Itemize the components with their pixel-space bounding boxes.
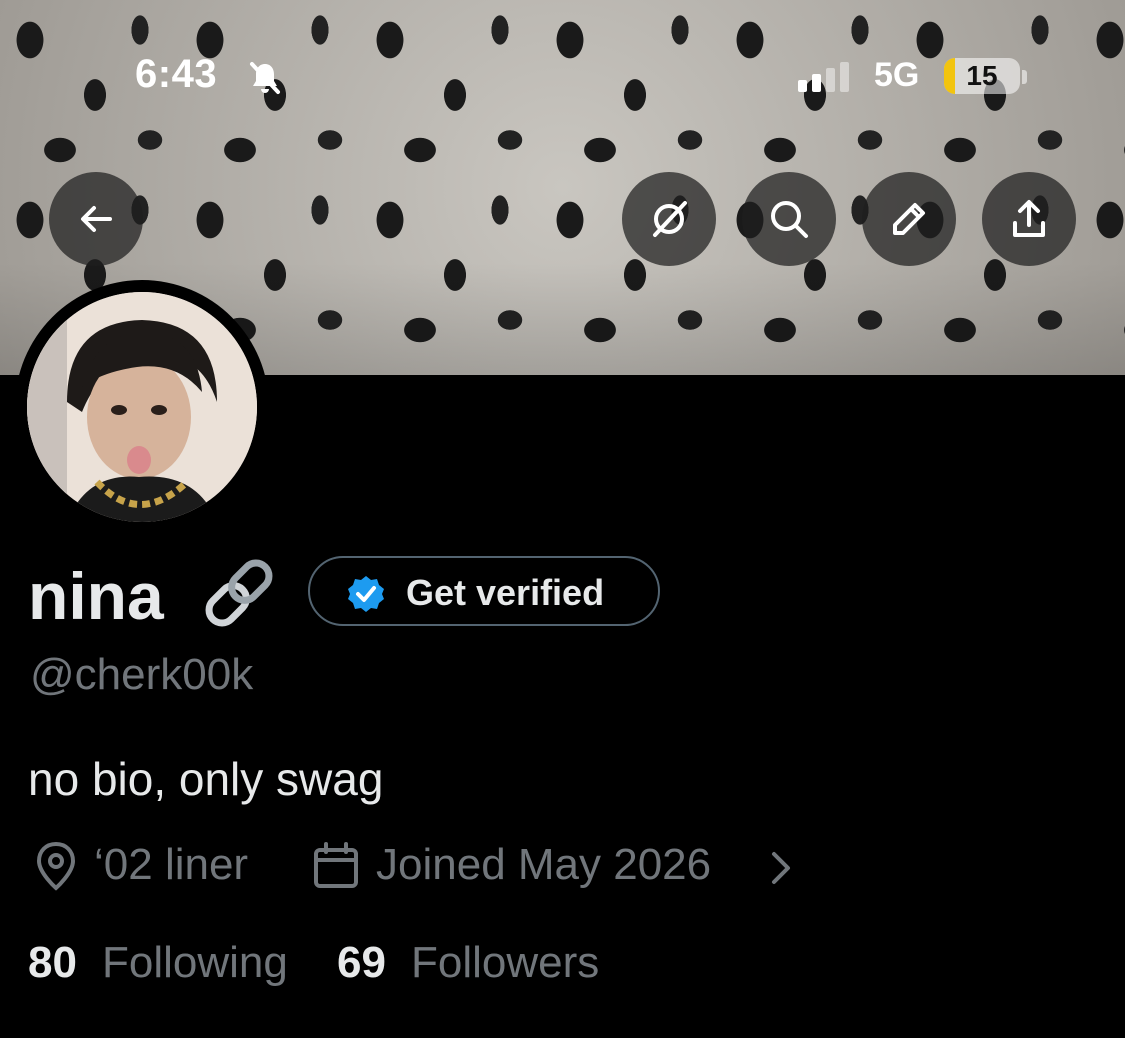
back-button[interactable] bbox=[49, 172, 143, 266]
silent-bell-icon bbox=[250, 62, 280, 94]
edit-pencil-icon bbox=[893, 203, 925, 235]
joined-date[interactable]: Joined May 2026 bbox=[376, 840, 711, 890]
verified-badge-icon bbox=[348, 576, 384, 612]
search-button[interactable] bbox=[742, 172, 836, 266]
network-type: 5G bbox=[874, 56, 920, 94]
profile-bio: no bio, only swag bbox=[28, 753, 384, 805]
avatar-portrait-image bbox=[27, 292, 257, 522]
display-name: nina bbox=[28, 559, 164, 633]
grok-button[interactable] bbox=[622, 172, 716, 266]
username-handle: @cherk00k bbox=[30, 650, 254, 699]
share-icon bbox=[1013, 200, 1045, 237]
followers-label[interactable]: Followers bbox=[411, 938, 599, 988]
back-arrow-icon bbox=[81, 206, 112, 232]
get-verified-button[interactable]: Get verified bbox=[308, 556, 660, 626]
link-emoji bbox=[205, 559, 273, 627]
chevron-right-icon[interactable] bbox=[762, 842, 802, 894]
edit-profile-button[interactable] bbox=[862, 172, 956, 266]
calendar-icon bbox=[314, 842, 358, 888]
location-pin-icon bbox=[36, 841, 76, 891]
status-bar: 6:43 5G 15 bbox=[0, 52, 1125, 102]
battery-icon: 15 bbox=[944, 58, 1020, 94]
following-label[interactable]: Following bbox=[102, 938, 288, 988]
followers-count[interactable]: 69 bbox=[337, 938, 386, 988]
following-count[interactable]: 80 bbox=[28, 938, 77, 988]
search-icon bbox=[771, 201, 808, 238]
battery-tip bbox=[1022, 70, 1027, 84]
avatar-photo bbox=[27, 292, 257, 522]
get-verified-label: Get verified bbox=[406, 572, 605, 613]
signal-icon bbox=[798, 62, 849, 92]
share-button[interactable] bbox=[982, 172, 1076, 266]
profile-avatar[interactable] bbox=[15, 280, 269, 534]
grok-icon bbox=[653, 201, 687, 237]
profile-location: ‘02 liner bbox=[94, 840, 249, 889]
status-time: 6:43 bbox=[135, 52, 218, 96]
battery-percentage: 15 bbox=[966, 60, 998, 91]
